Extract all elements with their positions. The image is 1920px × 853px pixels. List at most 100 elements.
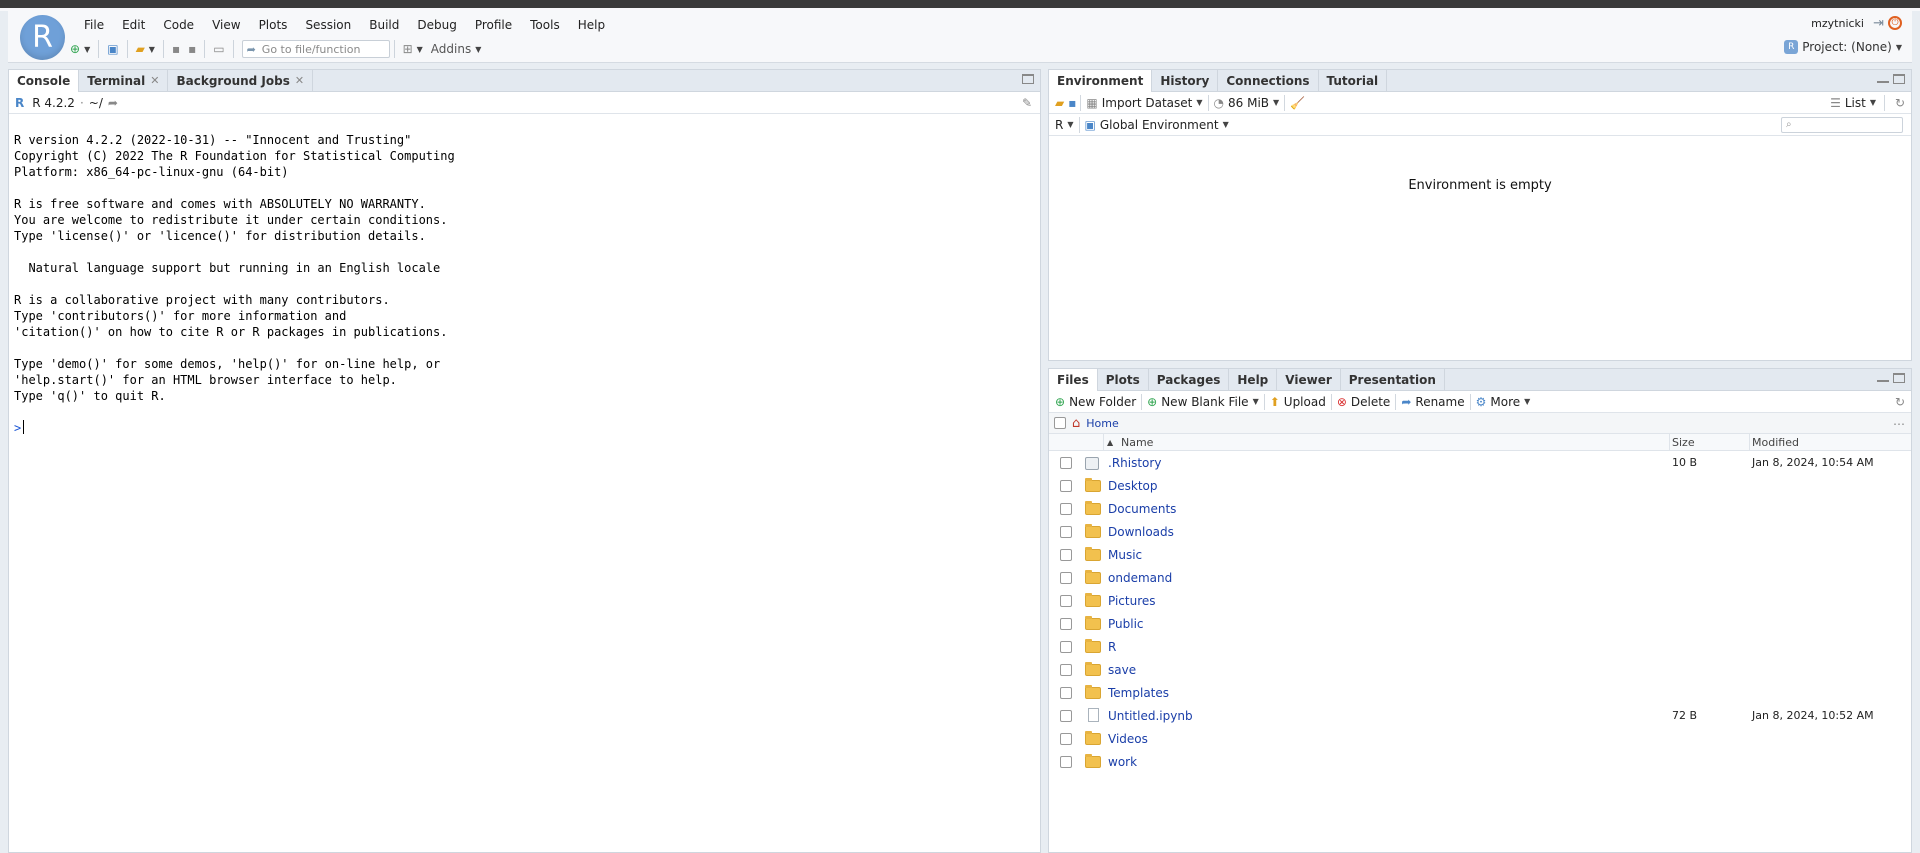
load-workspace-icon[interactable]: ▰	[1055, 96, 1064, 110]
upload-button[interactable]: ⬆ Upload	[1265, 392, 1331, 412]
row-checkbox[interactable]	[1060, 618, 1072, 630]
row-checkbox[interactable]	[1060, 526, 1072, 538]
file-name-link[interactable]: Music	[1108, 548, 1142, 562]
tab-connections[interactable]: Connections	[1218, 70, 1319, 91]
power-icon[interactable]: ⏻	[1888, 16, 1902, 30]
addins-button[interactable]: Addins ▼	[427, 38, 486, 60]
refresh-icon[interactable]: ↻	[1895, 395, 1905, 409]
menu-help[interactable]: Help	[569, 15, 614, 35]
row-checkbox[interactable]	[1060, 710, 1072, 722]
home-icon[interactable]: ⌂	[1072, 416, 1080, 431]
view-mode-button[interactable]: ☰ List ▼	[1825, 93, 1881, 113]
file-name-link[interactable]: Pictures	[1108, 594, 1156, 608]
tab-console[interactable]: Console	[9, 70, 80, 92]
more-button[interactable]: ⚙ More ▼	[1471, 392, 1536, 412]
file-name-link[interactable]: save	[1108, 663, 1136, 677]
table-row[interactable]: Videos	[1049, 728, 1911, 751]
file-name-link[interactable]: Untitled.ipynb	[1108, 709, 1193, 723]
file-name-link[interactable]: Public	[1108, 617, 1144, 631]
menu-view[interactable]: View	[203, 15, 249, 35]
table-row[interactable]: work	[1049, 751, 1911, 774]
clear-console-icon[interactable]: ✎	[1022, 96, 1032, 110]
tab-presentation[interactable]: Presentation	[1341, 369, 1445, 390]
table-row[interactable]: Public	[1049, 613, 1911, 636]
row-checkbox[interactable]	[1060, 480, 1072, 492]
column-name[interactable]: Name	[1121, 436, 1153, 449]
save-all-button[interactable]: ▪	[184, 38, 200, 60]
refresh-icon[interactable]: ↻	[1895, 96, 1905, 110]
rename-button[interactable]: ➦ Rename	[1396, 392, 1469, 412]
close-icon[interactable]: ✕	[150, 74, 159, 87]
file-name-link[interactable]: .Rhistory	[1108, 456, 1161, 470]
tab-viewer[interactable]: Viewer	[1277, 369, 1341, 390]
table-row[interactable]: save	[1049, 659, 1911, 682]
clear-workspace-button[interactable]: 🧹	[1285, 93, 1310, 113]
minimize-pane-icon[interactable]	[1877, 79, 1889, 83]
project-menu[interactable]: R Project: (None) ▼	[1784, 40, 1902, 54]
go-to-dir-icon[interactable]: ➦	[108, 96, 118, 110]
environment-search-input[interactable]: ⌕	[1781, 117, 1903, 133]
table-row[interactable]: Untitled.ipynb 72 B Jan 8, 2024, 10:52 AM	[1049, 705, 1911, 728]
menu-file[interactable]: File	[75, 15, 113, 35]
tab-background-jobs[interactable]: Background Jobs ✕	[168, 70, 314, 91]
file-name-link[interactable]: work	[1108, 755, 1137, 769]
table-row[interactable]: ondemand	[1049, 567, 1911, 590]
save-button[interactable]: ▪	[168, 38, 184, 60]
tab-plots[interactable]: Plots	[1098, 369, 1149, 390]
save-workspace-icon[interactable]: ▪	[1068, 96, 1076, 110]
import-dataset-button[interactable]: ▦ Import Dataset ▼	[1081, 93, 1207, 113]
more-path-icon[interactable]: …	[1893, 414, 1905, 428]
table-row[interactable]: .Rhistory 10 B Jan 8, 2024, 10:54 AM	[1049, 452, 1911, 475]
row-checkbox[interactable]	[1060, 756, 1072, 768]
row-checkbox[interactable]	[1060, 687, 1072, 699]
table-row[interactable]: Documents	[1049, 498, 1911, 521]
new-project-button[interactable]: ▣	[103, 38, 122, 60]
row-checkbox[interactable]	[1060, 641, 1072, 653]
menu-profile[interactable]: Profile	[466, 15, 521, 35]
console-output[interactable]: R version 4.2.2 (2022-10-31) -- "Innocen…	[14, 132, 455, 436]
row-checkbox[interactable]	[1060, 664, 1072, 676]
file-name-link[interactable]: ondemand	[1108, 571, 1172, 585]
scope-select[interactable]: ▣ Global Environment ▼	[1080, 115, 1234, 135]
column-modified[interactable]: Modified	[1752, 436, 1799, 449]
workspace-panes-button[interactable]: ⊞ ▼	[399, 38, 427, 60]
row-checkbox[interactable]	[1060, 457, 1072, 469]
row-checkbox[interactable]	[1060, 549, 1072, 561]
menu-edit[interactable]: Edit	[113, 15, 154, 35]
new-file-button[interactable]: ⊕ ▼	[66, 38, 94, 60]
tab-environment[interactable]: Environment	[1049, 70, 1153, 92]
file-name-link[interactable]: Documents	[1108, 502, 1176, 516]
table-row[interactable]: Templates	[1049, 682, 1911, 705]
maximize-pane-icon[interactable]	[1893, 74, 1905, 84]
row-checkbox[interactable]	[1060, 503, 1072, 515]
goto-file-function-input[interactable]: ➦ Go to file/function	[241, 40, 390, 58]
new-blank-file-button[interactable]: ⊕ New Blank File ▼	[1142, 392, 1264, 412]
tab-help[interactable]: Help	[1229, 369, 1278, 390]
language-select[interactable]: R ▼	[1055, 115, 1079, 135]
row-checkbox[interactable]	[1060, 733, 1072, 745]
row-checkbox[interactable]	[1060, 595, 1072, 607]
file-name-link[interactable]: Templates	[1108, 686, 1169, 700]
file-name-link[interactable]: Videos	[1108, 732, 1148, 746]
print-button[interactable]: ▭	[209, 38, 228, 60]
tab-history[interactable]: History	[1152, 70, 1219, 91]
delete-button[interactable]: ⊗ Delete	[1332, 392, 1396, 412]
menu-tools[interactable]: Tools	[521, 15, 569, 35]
breadcrumb-home[interactable]: Home	[1086, 417, 1118, 430]
close-icon[interactable]: ✕	[295, 74, 304, 87]
table-row[interactable]: R	[1049, 636, 1911, 659]
menu-debug[interactable]: Debug	[408, 15, 465, 35]
tab-files[interactable]: Files	[1049, 369, 1098, 391]
tab-terminal[interactable]: Terminal ✕	[79, 70, 169, 91]
file-name-link[interactable]: R	[1108, 640, 1116, 654]
select-all-checkbox[interactable]	[1054, 417, 1066, 429]
table-row[interactable]: Pictures	[1049, 590, 1911, 613]
memory-usage-button[interactable]: ◔ 86 MiB ▼	[1209, 93, 1285, 113]
console-prompt-line[interactable]: >	[14, 420, 455, 436]
restore-pane-icon[interactable]	[1022, 74, 1034, 84]
menu-build[interactable]: Build	[360, 15, 408, 35]
menu-plots[interactable]: Plots	[250, 15, 297, 35]
menu-session[interactable]: Session	[296, 15, 360, 35]
menu-code[interactable]: Code	[154, 15, 203, 35]
file-name-link[interactable]: Downloads	[1108, 525, 1174, 539]
